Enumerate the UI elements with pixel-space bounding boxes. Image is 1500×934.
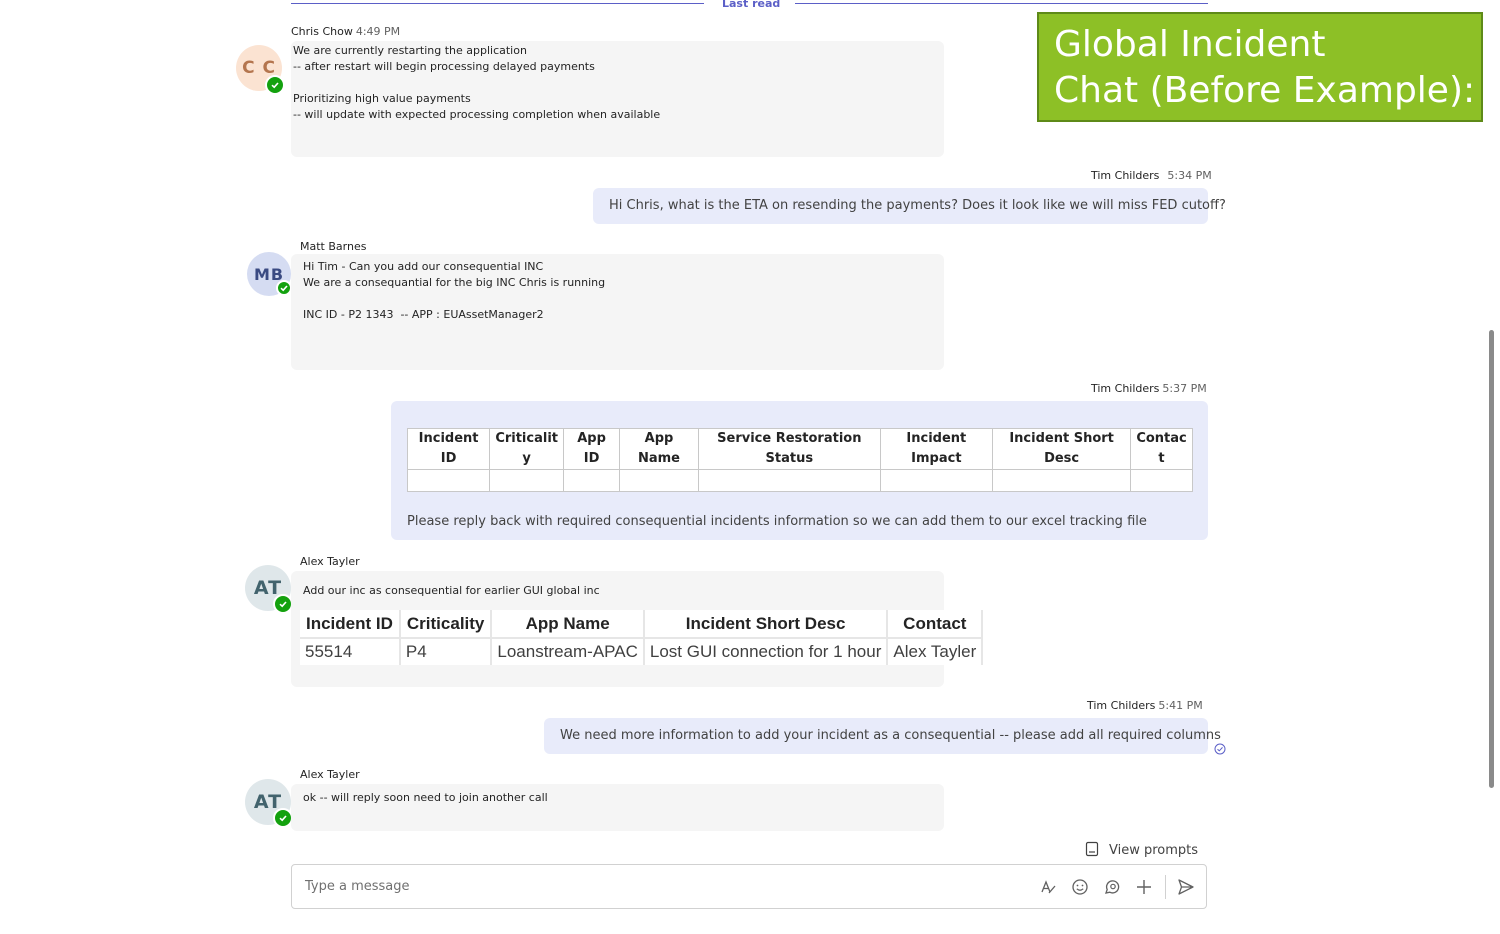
- last-read-line-left: [291, 3, 704, 4]
- table-header-row: Incident ID Criticalit y App ID App Name Ser…: [406, 428, 1193, 470]
- message-input[interactable]: Type a message: [305, 879, 410, 894]
- message-sender: Tim Childers 5:41 PM: [1087, 699, 1203, 712]
- message-sender: Alex Tayler: [300, 768, 360, 781]
- message-sender: Alex Tayler: [300, 555, 360, 568]
- message-sender: Chris Chow 4:49 PM: [291, 25, 400, 38]
- table-header: App ID: [563, 428, 620, 470]
- chat-scrollbar[interactable]: [1489, 330, 1494, 788]
- sender-name: Alex Tayler: [300, 768, 360, 781]
- message-bubble-outgoing[interactable]: Hi Chris, what is the ETA on resending t…: [593, 188, 1226, 224]
- table-header: Service Restoration Status: [698, 428, 881, 470]
- required-fields-table: Incident ID Criticalit y App ID App Name Ser…: [406, 428, 1193, 492]
- table-header: App Name: [491, 610, 645, 639]
- emoji-icon[interactable]: [1069, 876, 1091, 898]
- table-cell: 55514: [300, 638, 401, 665]
- view-prompts-button[interactable]: View prompts: [1085, 840, 1198, 860]
- message-bubble[interactable]: ok -- will reply soon need to join anoth…: [291, 784, 944, 831]
- message-line: INC ID - P2 1343 -- APP : EUAssetManager…: [303, 308, 544, 321]
- message-sender: Tim Childers 5:34 PM: [1091, 169, 1212, 182]
- sender-name: Tim Childers: [1091, 169, 1160, 182]
- table-header: App Name: [618, 428, 700, 470]
- message-bubble[interactable]: We are currently restarting the applicat…: [291, 41, 944, 157]
- overlay-title-line-1: Global Incident: [1054, 24, 1326, 65]
- table-header: Incident Short Desc: [643, 610, 889, 639]
- table-row: 55514 P4 Loanstream-APAC Lost GUI connec…: [300, 638, 984, 665]
- message-bubble-outgoing[interactable]: We need more information to add your inc…: [544, 718, 1221, 754]
- last-read-line-right: [795, 3, 1208, 4]
- toolbar-divider: [1165, 875, 1166, 899]
- table-header-row: Incident ID Criticality App Name Inciden…: [300, 610, 984, 639]
- message-time: 5:37 PM: [1162, 382, 1207, 395]
- table-header: Criticality: [489, 428, 565, 470]
- message-line: Add our inc as consequential for earlier…: [303, 584, 600, 597]
- table-header: Incident Impact: [879, 428, 994, 470]
- slide-title-overlay: Global Incident Chat (Before Example):: [1037, 12, 1483, 122]
- presence-available-icon: [273, 594, 293, 614]
- presence-available-icon: [276, 280, 292, 296]
- consequential-incident-table: Incident ID Criticality App Name Inciden…: [300, 610, 984, 665]
- sender-name: Alex Tayler: [300, 555, 360, 568]
- message-line: -- will update with expected processing …: [293, 108, 661, 121]
- message-time: 5:41 PM: [1158, 699, 1203, 712]
- message-line: -- after restart will begin processing d…: [293, 60, 595, 73]
- view-prompts-label: View prompts: [1109, 842, 1199, 858]
- last-read-label: Last read: [722, 0, 781, 10]
- sender-name: Tim Childers: [1091, 382, 1160, 395]
- message-text: ok -- will reply soon need to join anoth…: [303, 791, 548, 804]
- table-row: [406, 469, 1193, 492]
- sender-name: Matt Barnes: [300, 240, 367, 253]
- message-time: 4:49 PM: [355, 25, 401, 38]
- message-line: Prioritizing high value payments: [293, 92, 471, 105]
- message-text: We need more information to add your inc…: [560, 728, 1221, 743]
- table-header: Criticality: [399, 610, 493, 639]
- message-sender: Tim Childers 5:37 PM: [1091, 382, 1207, 395]
- table-header: Contact: [1130, 428, 1193, 470]
- table-cell: P4: [399, 638, 493, 665]
- table-header: Incident Short Desc: [992, 428, 1132, 470]
- presence-available-icon: [273, 808, 293, 828]
- prompts-icon: [1085, 841, 1101, 859]
- table-cell: Loanstream-APAC: [491, 638, 645, 665]
- message-line: Hi Tim - Can you add our consequential I…: [303, 260, 544, 273]
- sender-name: Tim Childers: [1087, 699, 1156, 712]
- message-sender: Matt Barnes: [300, 240, 366, 253]
- table-header: Contact: [887, 610, 984, 639]
- table-header: Incident ID: [406, 428, 491, 470]
- loop-icon[interactable]: [1101, 876, 1123, 898]
- format-icon[interactable]: [1037, 876, 1059, 898]
- table-header: Incident ID: [300, 610, 401, 639]
- message-time: 5:34 PM: [1167, 169, 1212, 182]
- message-footer-text: Please reply back with required conseque…: [407, 514, 1147, 529]
- message-bubble[interactable]: Hi Tim - Can you add our consequential I…: [291, 254, 944, 370]
- table-cell: Alex Tayler: [887, 638, 984, 665]
- overlay-title-line-2: Chat (Before Example):: [1054, 70, 1476, 111]
- compose-box[interactable]: Type a message: [291, 864, 1207, 909]
- add-icon[interactable]: [1133, 876, 1155, 898]
- message-text: Hi Chris, what is the ETA on resending t…: [609, 198, 1226, 213]
- message-line: We are a consequantial for the big INC C…: [303, 276, 606, 289]
- sender-name: Chris Chow: [291, 25, 353, 38]
- seen-icon: [1214, 740, 1226, 755]
- table-cell: Lost GUI connection for 1 hour: [643, 638, 889, 665]
- send-icon[interactable]: [1175, 876, 1197, 898]
- presence-available-icon: [265, 75, 285, 95]
- message-line: We are currently restarting the applicat…: [293, 44, 527, 57]
